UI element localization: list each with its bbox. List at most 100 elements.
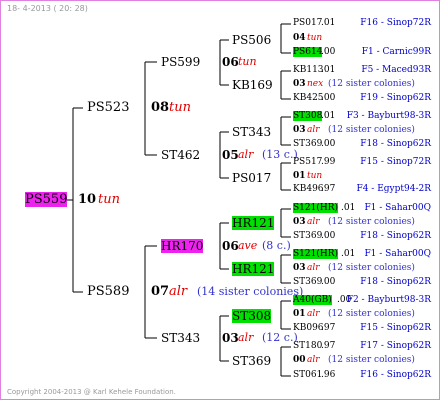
gen3-id-box[interactable]: HR121 (232, 262, 275, 276)
gen1-id[interactable]: PS523 (87, 101, 129, 115)
gen4-year: .00 (321, 139, 336, 149)
gen4-id[interactable]: PS017 (293, 18, 322, 29)
gen4-loc: F18 - Sinop62R (360, 139, 431, 149)
gen2-id[interactable]: ST343 (161, 331, 200, 345)
gen2-note: (8 c.) (262, 239, 291, 252)
gen4-id[interactable]: KB496 (293, 184, 324, 195)
gen4-id[interactable]: KB113 (293, 65, 324, 76)
gen4-id[interactable]: PS614 (293, 47, 323, 57)
gen4-id[interactable]: S121(HR) (293, 203, 338, 213)
gen4-loc: F16 - Sinop72R (360, 18, 431, 28)
gen4-mid-strain: alr (307, 355, 320, 365)
gen4-mid-note: (12 sister colonies) (328, 309, 415, 319)
gen3-id[interactable]: HR121 (232, 216, 275, 230)
gen4-year: .01 (341, 249, 356, 259)
gen0-id[interactable]: PS559 (25, 192, 68, 207)
gen4-id-box[interactable]: PS614 (293, 47, 323, 58)
gen4-id[interactable]: KB425 (293, 93, 324, 104)
gen1-strain: alr (169, 284, 188, 299)
gen1-id[interactable]: PS589 (87, 285, 129, 299)
gen4-year: .01 (321, 18, 336, 28)
gen4-mid-strain: tun (307, 33, 323, 43)
gen2-id-box[interactable]: HR170 (161, 239, 204, 253)
gen4-year: .00 (321, 231, 336, 241)
gen3-id[interactable]: PS017 (232, 171, 271, 185)
gen3-id[interactable]: PS506 (232, 33, 271, 47)
gen2-strain: alr (238, 148, 254, 161)
gen3-id[interactable]: ST343 (232, 125, 271, 139)
gen4-id[interactable]: ST369 (293, 139, 322, 150)
gen4-mid-year: 01 (293, 171, 306, 181)
gen4-id[interactable]: ST061 (293, 370, 322, 381)
gen4-id-box[interactable]: S121(HR) (293, 203, 338, 214)
gen4-id-box[interactable]: ST308 (293, 111, 323, 122)
gen2-year: 06 (222, 55, 239, 69)
gen4-loc: F3 - Bayburt98-3R (346, 111, 431, 121)
gen4-year: .00 (321, 47, 336, 57)
gen4-id-box[interactable]: A40(GB) (293, 295, 332, 306)
gen4-mid-strain: alr (307, 263, 320, 273)
gen4-year: .00 (321, 277, 336, 287)
gen3-id-box[interactable]: HR121 (232, 216, 275, 230)
gen4-year: .01 (321, 65, 336, 75)
gen4-loc: F4 - Egypt94-2R (356, 184, 431, 194)
gen4-loc: F1 - Carnic99R (361, 47, 431, 57)
gen1-note: (14 sister colonies) (197, 285, 304, 298)
gen3-id[interactable]: KB169 (232, 78, 273, 92)
gen4-year: .97 (321, 184, 336, 194)
gen4-loc: F5 - Maced93R (361, 65, 431, 75)
gen4-loc: F19 - Sinop62R (360, 93, 431, 103)
gen4-loc: F15 - Sinop62R (360, 323, 431, 333)
gen4-id-box[interactable]: S121(HR) (293, 249, 338, 260)
gen2-id[interactable]: HR170 (161, 239, 204, 253)
gen4-year: .01 (321, 111, 336, 121)
gen4-mid-note: (12 sister colonies) (328, 79, 415, 89)
copyright-notice: Copyright 2004-2013 @ Karl Kehele Founda… (7, 388, 176, 396)
gen3-id[interactable]: HR121 (232, 262, 275, 276)
gen3-id[interactable]: ST308 (232, 309, 272, 323)
gen4-id[interactable]: ST369 (293, 231, 322, 242)
gen1-strain: tun (169, 100, 191, 115)
gen4-id[interactable]: S121(HR) (293, 249, 338, 259)
gen4-id[interactable]: ST369 (293, 277, 322, 288)
gen4-id[interactable]: KB096 (293, 323, 324, 334)
gen2-year: 05 (222, 148, 239, 162)
gen4-mid-year: 00 (293, 355, 306, 365)
gen4-loc: F1 - Sahar00Q (364, 203, 431, 213)
gen4-mid-year: 04 (293, 33, 306, 43)
gen4-loc: F17 - Sinop62R (360, 341, 431, 351)
gen4-id[interactable]: ST180 (293, 341, 322, 352)
gen4-mid-year: 03 (293, 263, 306, 273)
gen0-year: 10 (78, 192, 97, 207)
gen3-id[interactable]: ST369 (232, 354, 271, 368)
gen4-id[interactable]: A40(GB) (293, 295, 332, 305)
gen4-loc: F18 - Sinop62R (360, 277, 431, 287)
gen4-id[interactable]: PS517 (293, 157, 322, 168)
gen1-year: 07 (151, 284, 170, 299)
gen1-year: 08 (151, 100, 170, 115)
gen4-year: .96 (321, 370, 336, 380)
gen4-mid-year: 03 (293, 125, 306, 135)
gen3-id-box[interactable]: ST308 (232, 309, 272, 323)
gen0-strain: tun (98, 192, 120, 207)
gen2-strain: tun (238, 55, 257, 68)
gen4-mid-year: 01 (293, 309, 306, 319)
gen4-loc: F1 - Sahar00Q (364, 249, 431, 259)
gen4-mid-strain: nex (307, 79, 324, 89)
gen4-year: .01 (341, 203, 356, 213)
gen2-id[interactable]: ST462 (161, 148, 200, 162)
gen4-mid-note: (12 sister colonies) (328, 263, 415, 273)
gen4-year: .97 (321, 341, 336, 351)
gen2-strain: alr (238, 331, 254, 344)
pedigree-frame: 18- 4-2013 ( 20: 28) PS559 10 tun PS523 … (0, 0, 440, 400)
gen2-strain: ave (238, 239, 258, 252)
gen4-mid-strain: tun (307, 171, 323, 181)
gen4-loc: F15 - Sinop72R (360, 157, 431, 167)
gen4-mid-strain: alr (307, 217, 320, 227)
gen2-id[interactable]: PS599 (161, 55, 200, 69)
gen4-id[interactable]: ST308 (293, 111, 323, 121)
gen4-mid-note: (12 sister colonies) (328, 217, 415, 227)
gen4-year: .97 (321, 323, 336, 333)
gen4-loc: F16 - Sinop62R (360, 370, 431, 380)
gen0-id-box[interactable]: PS559 (25, 192, 68, 207)
